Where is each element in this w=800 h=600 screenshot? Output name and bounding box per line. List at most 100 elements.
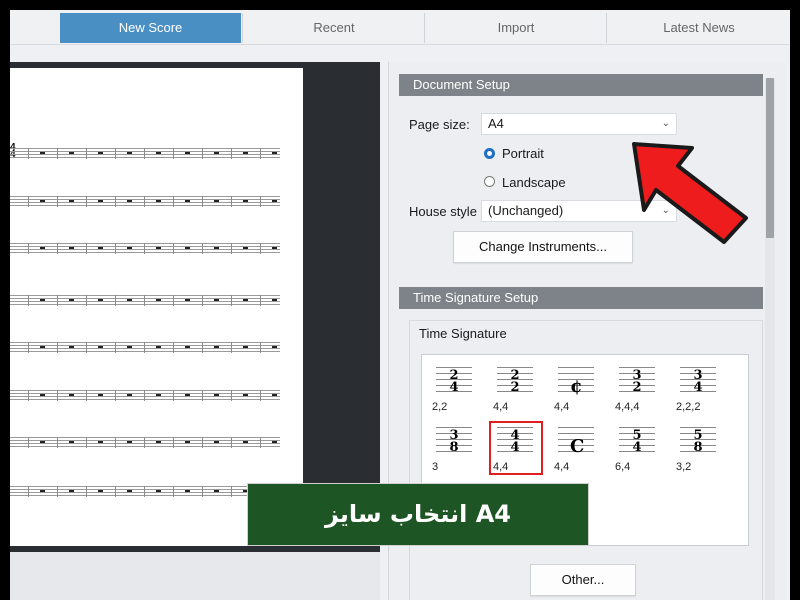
- barline: [260, 437, 261, 448]
- time-signature-numbers: 58: [693, 428, 703, 455]
- barline: [86, 148, 87, 159]
- barline: [28, 486, 29, 497]
- time-signature-caption: 3: [432, 461, 439, 473]
- time-signature-staff: 22: [497, 367, 533, 395]
- time-signature-staff: 58: [680, 427, 716, 455]
- rest-symbol: [98, 394, 103, 396]
- page-size-dropdown[interactable]: A4 ⌄: [481, 113, 677, 135]
- rest-symbol: [156, 441, 161, 443]
- rest-symbol: [214, 394, 219, 396]
- rest-symbol: [214, 247, 219, 249]
- score-preview-page: 4 4: [10, 68, 303, 546]
- rest-symbol: [98, 490, 103, 492]
- barline: [144, 486, 145, 497]
- time-signature-numbers: 54: [632, 428, 642, 455]
- time-signature-group-label: Time Signature: [419, 326, 507, 341]
- time-signature-caption: 4,4: [554, 461, 570, 473]
- tab-new-score[interactable]: New Score: [60, 13, 241, 43]
- portrait-label: Portrait: [502, 146, 544, 161]
- rest-symbol: [272, 346, 277, 348]
- barline: [115, 486, 116, 497]
- rest-symbol: [214, 346, 219, 348]
- barline: [115, 437, 116, 448]
- change-instruments-button[interactable]: Change Instruments...: [453, 231, 633, 263]
- rest-symbol: [185, 200, 190, 202]
- time-signature-option[interactable]: ¢ 4,4: [554, 359, 612, 417]
- rest-symbol: [127, 346, 132, 348]
- barline: [28, 148, 29, 159]
- rest-symbol: [127, 441, 132, 443]
- panel-scrollbar-thumb[interactable]: [766, 78, 774, 238]
- rest-symbol: [272, 441, 277, 443]
- time-signature-staff: ¢: [558, 367, 594, 397]
- page-size-label: Page size:: [409, 117, 470, 132]
- barline: [231, 342, 232, 353]
- barline: [202, 148, 203, 159]
- time-signature-option[interactable]: 5 4 6,4: [615, 419, 673, 477]
- rest-symbol: [214, 441, 219, 443]
- rest-symbol: [243, 441, 248, 443]
- tab-import[interactable]: Import: [424, 13, 607, 43]
- barline: [260, 342, 261, 353]
- rest-symbol: [127, 200, 132, 202]
- barline: [260, 390, 261, 401]
- barline: [115, 196, 116, 207]
- rest-symbol: [40, 152, 45, 154]
- barline: [86, 342, 87, 353]
- barline: [86, 196, 87, 207]
- staff: [10, 148, 280, 159]
- time-signature-caption: 4,4: [554, 401, 570, 413]
- barline: [144, 342, 145, 353]
- time-signature-option[interactable]: 2 4 2,2: [432, 359, 490, 417]
- rest-symbol: [69, 152, 74, 154]
- tab-latest-news[interactable]: Latest News: [606, 13, 790, 43]
- rest-symbol: [272, 299, 277, 301]
- barline: [173, 295, 174, 306]
- rest-symbol: [185, 299, 190, 301]
- common-time-symbol: C: [570, 436, 585, 457]
- tab-recent[interactable]: Recent: [242, 13, 425, 43]
- rest-symbol: [98, 346, 103, 348]
- staff: [10, 243, 280, 254]
- rest-symbol: [40, 346, 45, 348]
- time-signature-option[interactable]: 38 3: [432, 419, 490, 477]
- time-signature-option[interactable]: 2 2 4,4: [493, 359, 551, 417]
- time-signature-staff: 54: [619, 427, 655, 455]
- barline: [202, 295, 203, 306]
- rest-symbol: [98, 299, 103, 301]
- landscape-radio[interactable]: [484, 176, 495, 187]
- time-signature-option[interactable]: C 4,4: [554, 419, 612, 477]
- time-signature-option[interactable]: 3 4 2,2,2: [676, 359, 734, 417]
- time-signature-option[interactable]: 4 4 4,4: [489, 419, 551, 477]
- time-signature-numbers: 38: [449, 428, 459, 455]
- staff: [10, 390, 280, 401]
- rest-symbol: [98, 200, 103, 202]
- time-signature-caption: 2,2: [432, 401, 448, 413]
- barline: [86, 295, 87, 306]
- time-signature-staff: 38: [436, 427, 472, 455]
- barline: [86, 486, 87, 497]
- barline: [86, 390, 87, 401]
- rest-symbol: [40, 394, 45, 396]
- instruction-banner: انتخاب سایز A4: [247, 483, 589, 546]
- rest-symbol: [127, 247, 132, 249]
- barline: [231, 148, 232, 159]
- rest-symbol: [185, 152, 190, 154]
- other-time-signature-button[interactable]: Other...: [530, 564, 636, 596]
- house-style-label: House style: [409, 204, 477, 219]
- barline: [202, 243, 203, 254]
- barline: [231, 486, 232, 497]
- portrait-radio[interactable]: [484, 148, 495, 159]
- rest-symbol: [156, 490, 161, 492]
- time-signature-option[interactable]: 3 2 4,4,4: [615, 359, 673, 417]
- barline: [144, 295, 145, 306]
- barline: [86, 243, 87, 254]
- barline: [260, 243, 261, 254]
- time-signature-option[interactable]: 5 8 3,2: [676, 419, 734, 477]
- rest-symbol: [156, 346, 161, 348]
- rest-symbol: [272, 394, 277, 396]
- barline: [144, 390, 145, 401]
- rest-symbol: [69, 490, 74, 492]
- rest-symbol: [214, 200, 219, 202]
- barline: [260, 148, 261, 159]
